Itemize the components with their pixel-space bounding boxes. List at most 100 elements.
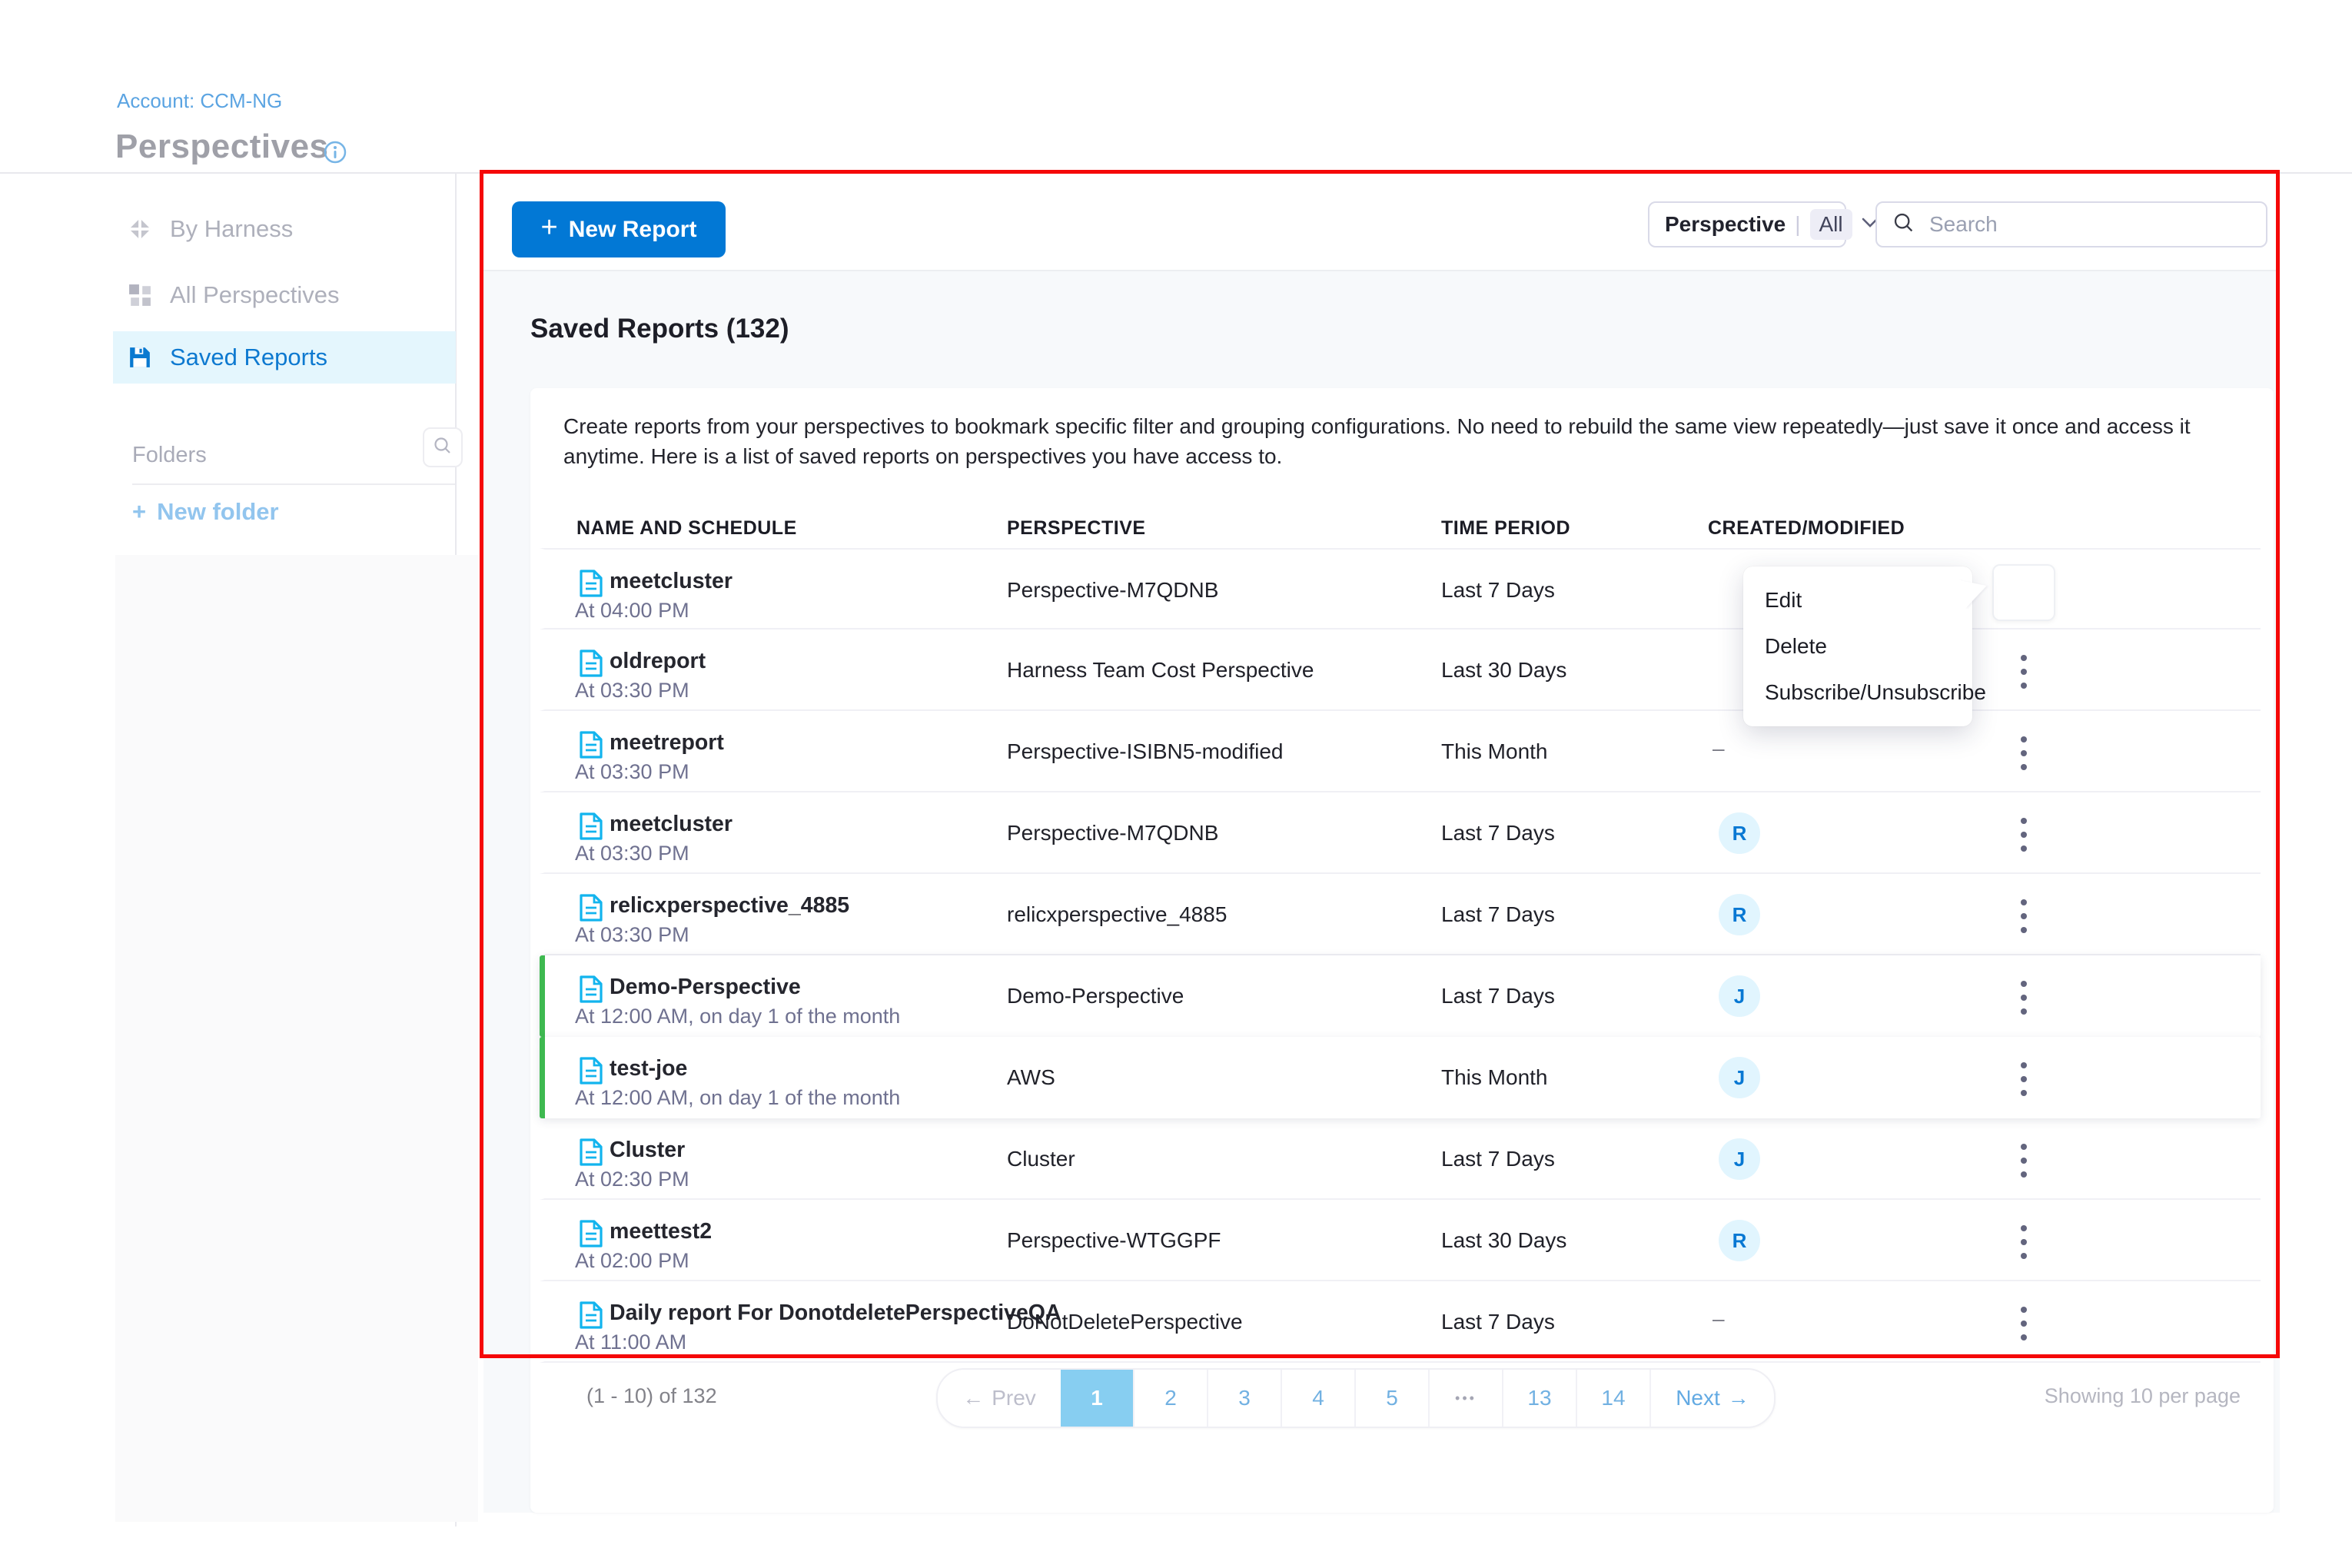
sidebar-item-label: By Harness — [170, 215, 293, 243]
menu-item-edit[interactable]: Edit — [1743, 577, 1972, 623]
report-perspective: Perspective-M7QDNB — [1007, 821, 1218, 845]
menu-item-subscribe[interactable]: Subscribe/Unsubscribe — [1743, 669, 1972, 716]
plus-icon: + — [541, 211, 558, 244]
report-time-period: This Month — [1441, 739, 1548, 764]
report-perspective: Harness Team Cost Perspective — [1007, 658, 1314, 683]
sidebar-item-saved-reports[interactable]: Saved Reports — [113, 331, 456, 384]
report-name[interactable]: relicxperspective_4885 — [610, 893, 849, 919]
search-input[interactable] — [1928, 211, 2223, 238]
table-row[interactable]: meettest2At 02:00 PMPerspective-WTGGPFLa… — [540, 1200, 2261, 1281]
sidebar-item-all-perspectives[interactable]: All Perspectives — [113, 269, 456, 321]
report-doc-icon — [579, 1219, 603, 1252]
pagination-page-14[interactable]: 14 — [1576, 1370, 1649, 1427]
report-perspective: AWS — [1007, 1065, 1055, 1090]
report-doc-icon — [579, 893, 603, 926]
report-doc-icon — [579, 1056, 603, 1089]
pagination-prev-button[interactable]: ← Prev — [938, 1370, 1061, 1427]
created-empty-dash: – — [1713, 1307, 1725, 1331]
report-schedule: At 03:30 PM — [575, 923, 689, 947]
row-menu-hover-box[interactable] — [1992, 564, 2055, 621]
row-menu-button[interactable] — [2013, 1225, 2035, 1259]
report-schedule: At 11:00 AM — [575, 1330, 686, 1354]
new-folder-label: New folder — [157, 498, 278, 526]
grid-icon — [128, 284, 151, 307]
menu-item-delete[interactable]: Delete — [1743, 623, 1972, 669]
report-name[interactable]: meetcluster — [610, 569, 733, 594]
table-row[interactable]: meetclusterAt 03:30 PMPerspective-M7QDNB… — [540, 792, 2261, 874]
report-name[interactable]: Demo-Perspective — [610, 975, 801, 1000]
creator-avatar: R — [1719, 894, 1760, 935]
report-name[interactable]: meetcluster — [610, 812, 733, 837]
saved-reports-heading: Saved Reports (132) — [530, 314, 789, 344]
new-report-button[interactable]: + New Report — [512, 201, 726, 257]
report-name[interactable]: Daily report For DonotdeletePerspectiveQ… — [610, 1301, 1061, 1326]
report-name[interactable]: Cluster — [610, 1138, 685, 1163]
report-name[interactable]: oldreport — [610, 649, 706, 674]
creator-avatar: J — [1719, 1057, 1760, 1098]
column-header-time-period: TIME PERIOD — [1441, 517, 1570, 540]
pagination-pages: 12345•••1314 — [1061, 1370, 1649, 1427]
report-perspective: Perspective-M7QDNB — [1007, 578, 1218, 603]
report-time-period: Last 7 Days — [1441, 1310, 1555, 1334]
report-name[interactable]: meetreport — [610, 730, 724, 756]
creator-avatar: J — [1719, 975, 1760, 1017]
row-menu-button[interactable] — [2013, 655, 2035, 689]
created-empty-dash: – — [1713, 736, 1725, 761]
header-divider — [0, 172, 2352, 174]
table-row[interactable]: Daily report For DonotdeletePerspectiveQ… — [540, 1281, 2261, 1363]
column-header-name: NAME AND SCHEDULE — [576, 517, 797, 540]
report-doc-icon — [579, 730, 603, 763]
arrow-right-icon: → — [1728, 1386, 1749, 1410]
row-menu-button[interactable] — [2013, 736, 2035, 770]
row-menu-button[interactable] — [2013, 1062, 2035, 1096]
info-icon[interactable] — [323, 140, 347, 164]
sidebar-item-by-harness[interactable]: By Harness — [113, 203, 456, 255]
report-time-period: This Month — [1441, 1065, 1548, 1090]
report-schedule: At 12:00 AM, on day 1 of the month — [575, 1005, 900, 1028]
account-breadcrumb[interactable]: Account: CCM-NG — [117, 89, 282, 113]
pagination-range: (1 - 10) of 132 — [586, 1384, 717, 1408]
report-name[interactable]: test-joe — [610, 1056, 687, 1081]
saved-reports-card: Create reports from your perspectives to… — [530, 388, 2274, 1513]
report-name[interactable]: meettest2 — [610, 1219, 712, 1244]
row-menu-button[interactable] — [2013, 981, 2035, 1015]
row-menu-button[interactable] — [2013, 818, 2035, 852]
pagination-page-2[interactable]: 2 — [1133, 1370, 1207, 1427]
row-menu-button[interactable] — [2013, 899, 2035, 933]
save-floppy-icon — [128, 346, 151, 369]
report-perspective: DoNotDeletePerspective — [1007, 1310, 1243, 1334]
arrow-left-icon: ← — [962, 1386, 984, 1410]
table-row[interactable]: test-joeAt 12:00 AM, on day 1 of the mon… — [540, 1037, 2261, 1118]
perspective-filter-dropdown[interactable]: Perspective | All — [1648, 201, 1846, 247]
table-row[interactable]: oldreportAt 03:30 PMHarness Team Cost Pe… — [540, 630, 2261, 711]
new-folder-button[interactable]: + New folder — [132, 498, 279, 526]
prev-label: Prev — [992, 1386, 1036, 1410]
table-row[interactable]: Demo-Perspective At 12:00 AM, on day 1 of… — [540, 955, 2261, 1037]
filter-separator: | — [1795, 212, 1800, 237]
filter-value-chip: All — [1810, 209, 1852, 240]
pagination-page-5[interactable]: 5 — [1354, 1370, 1428, 1427]
pagination-page-4[interactable]: 4 — [1281, 1370, 1354, 1427]
row-context-menu: Edit Delete Subscribe/Unsubscribe — [1743, 566, 1972, 726]
table-row[interactable]: ClusterAt 02:30 PMClusterLast 7 DaysJ — [540, 1118, 2261, 1200]
search-icon — [433, 436, 453, 460]
report-time-period: Last 7 Days — [1441, 902, 1555, 927]
new-report-label: New Report — [569, 217, 697, 243]
row-menu-button[interactable] — [2013, 1144, 2035, 1178]
pagination-page-13[interactable]: 13 — [1502, 1370, 1576, 1427]
folders-search-button[interactable] — [423, 427, 463, 467]
folders-divider — [132, 483, 455, 485]
table-row[interactable]: meetreportAt 03:30 PMPerspective-ISIBN5-… — [540, 711, 2261, 792]
report-doc-icon — [579, 1301, 603, 1334]
row-menu-button[interactable] — [2013, 1307, 2035, 1340]
pagination-page-1[interactable]: 1 — [1061, 1370, 1133, 1427]
report-time-period: Last 7 Days — [1441, 1147, 1555, 1171]
pagination-page-3[interactable]: 3 — [1207, 1370, 1281, 1427]
report-search[interactable] — [1875, 201, 2267, 247]
report-time-period: Last 30 Days — [1441, 658, 1566, 683]
report-perspective: Perspective-WTGGPF — [1007, 1228, 1221, 1253]
table-row[interactable]: relicxperspective_4885At 03:30 PMrelicxp… — [540, 874, 2261, 955]
report-schedule: At 02:00 PM — [575, 1249, 689, 1273]
report-schedule: At 04:00 PM — [575, 599, 689, 623]
pagination-next-button[interactable]: Next → — [1649, 1370, 1774, 1427]
